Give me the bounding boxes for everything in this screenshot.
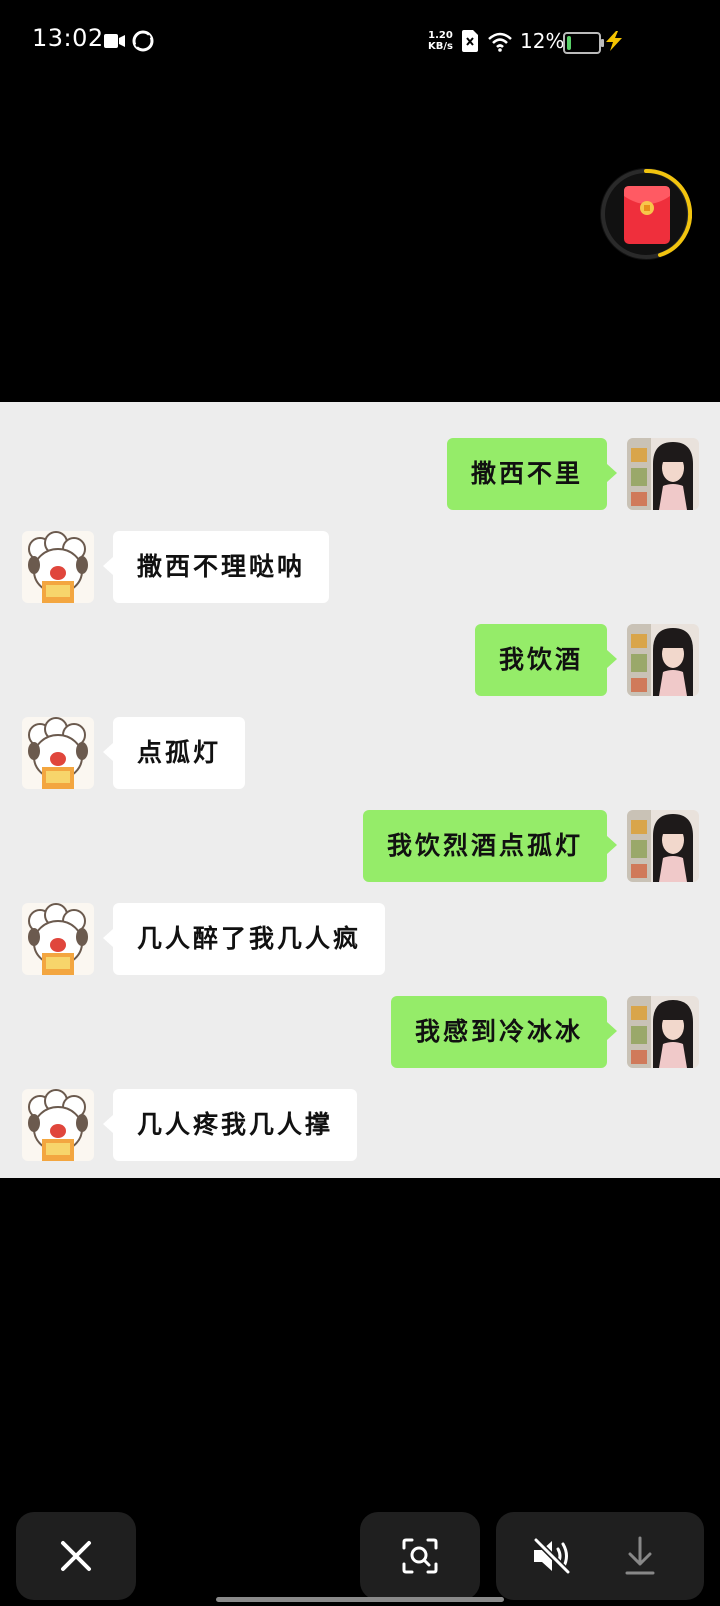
- scan-search-icon: [402, 1538, 438, 1574]
- sender-avatar: [627, 624, 699, 696]
- message-row: 几人疼我几人撑: [0, 1089, 720, 1161]
- red-envelope-button[interactable]: [600, 168, 692, 260]
- close-button[interactable]: [16, 1512, 136, 1600]
- video-record-icon: [104, 34, 125, 48]
- sim-x-icon: [462, 30, 478, 52]
- contact-avatar: [22, 1089, 94, 1161]
- sender-avatar: [627, 438, 699, 510]
- message-row: 我饮酒: [0, 624, 720, 696]
- sent-message-bubble: 我饮酒: [474, 624, 618, 696]
- received-message-bubble: 几人疼我几人撑: [102, 1089, 358, 1161]
- battery-fill: [567, 36, 571, 50]
- contact-avatar: [22, 531, 94, 603]
- contact-avatar: [22, 903, 94, 975]
- battery-percent: 12%: [520, 29, 565, 53]
- received-message-bubble: 点孤灯: [102, 717, 246, 789]
- status-bar: 13:02 1.20 KB/s 12%: [0, 0, 720, 84]
- sent-message-bubble: 我饮烈酒点孤灯: [362, 810, 618, 882]
- chat-screenshot: 撒西不里 撒西不理哒呐 我饮酒 点孤灯 我饮烈酒点孤灯 几人醉了我几人疯 我感到…: [0, 402, 720, 1178]
- status-time: 13:02: [32, 24, 104, 52]
- wifi-icon: [488, 32, 512, 52]
- scan-search-button[interactable]: [360, 1512, 480, 1600]
- charging-bolt-icon: [606, 31, 622, 51]
- download-icon[interactable]: [624, 1536, 656, 1576]
- net-speed-value: 1.20: [428, 30, 453, 41]
- net-speed-unit: KB/s: [428, 41, 453, 52]
- sent-message-bubble: 我感到冷冰冰: [390, 996, 618, 1068]
- contact-avatar: [22, 717, 94, 789]
- message-row: 几人醉了我几人疯: [0, 903, 720, 975]
- sender-avatar: [627, 996, 699, 1068]
- message-row: 我饮烈酒点孤灯: [0, 810, 720, 882]
- message-row: 撒西不理哒呐: [0, 531, 720, 603]
- received-message-bubble: 撒西不理哒呐: [102, 531, 330, 603]
- red-envelope-icon: [624, 186, 670, 244]
- received-message-bubble: 几人醉了我几人疯: [102, 903, 386, 975]
- home-indicator: [216, 1597, 504, 1602]
- sent-message-bubble: 撒西不里: [446, 438, 618, 510]
- message-row: 撒西不里: [0, 438, 720, 510]
- sender-avatar: [627, 810, 699, 882]
- mute-icon[interactable]: [532, 1538, 572, 1574]
- app-swirl-icon: [132, 30, 154, 52]
- net-speed: 1.20 KB/s: [428, 30, 453, 52]
- battery-icon: [563, 32, 604, 54]
- media-controls: [496, 1512, 704, 1600]
- message-row: 点孤灯: [0, 717, 720, 789]
- close-icon: [61, 1541, 91, 1571]
- message-row: 我感到冷冰冰: [0, 996, 720, 1068]
